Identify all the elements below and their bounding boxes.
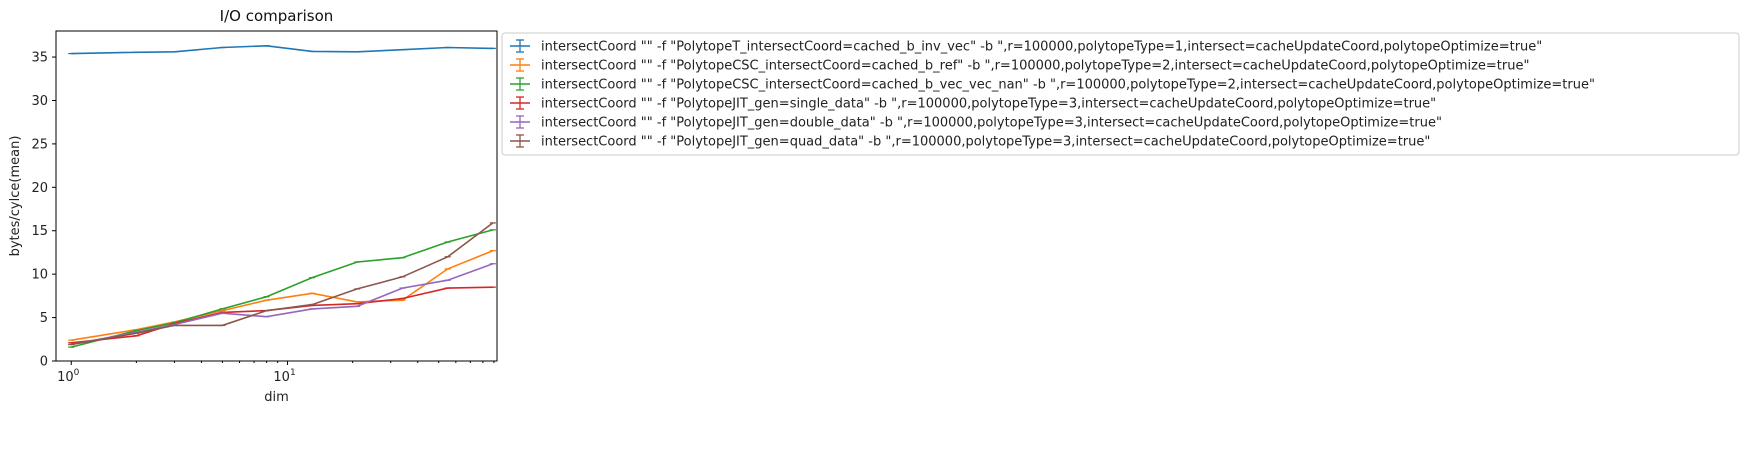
legend-label: intersectCoord "" -f "PolytopeT_intersec… — [541, 40, 1542, 55]
x-axis: 100 101 — [57, 361, 495, 385]
series-1 — [68, 44, 496, 55]
legend: intersectCoord "" -f "PolytopeT_intersec… — [501, 32, 1740, 156]
y-tick-label: 10 — [31, 268, 48, 283]
x-tick-base: 10 — [273, 370, 290, 385]
series-5 — [68, 262, 496, 346]
x-tick-label: 101 — [273, 368, 295, 385]
legend-label: intersectCoord "" -f "PolytopeJIT_gen=qu… — [541, 135, 1430, 150]
series-line — [71, 286, 493, 344]
y-tick-label: 0 — [40, 355, 48, 370]
y-tick-label: 5 — [40, 311, 48, 326]
x-axis-title: dim — [264, 390, 289, 405]
chart-title: I/O comparison — [220, 7, 334, 25]
y-tick-label: 20 — [31, 181, 48, 196]
legend-label: intersectCoord "" -f "PolytopeJIT_gen=si… — [541, 97, 1436, 112]
x-tick-exponent: 0 — [74, 368, 80, 378]
y-tick-label: 35 — [31, 51, 48, 66]
legend-label: intersectCoord "" -f "PolytopeCSC_inters… — [541, 59, 1529, 74]
y-tick-label: 25 — [31, 137, 48, 152]
io-comparison-chart: I/O comparison 100 101 05101520253035 dim… — [8, 7, 1740, 405]
x-tick-base: 10 — [57, 370, 74, 385]
y-axis-title: bytes/cylce(mean) — [8, 136, 23, 257]
legend-item-5: intersectCoord "" -f "PolytopeJIT_gen=do… — [510, 115, 1442, 131]
y-tick-label: 15 — [31, 224, 48, 239]
x-tick-exponent: 1 — [290, 368, 296, 378]
legend-item-2: intersectCoord "" -f "PolytopeCSC_inters… — [510, 58, 1529, 74]
legend-item-4: intersectCoord "" -f "PolytopeJIT_gen=si… — [510, 96, 1436, 112]
legend-label: intersectCoord "" -f "PolytopeCSC_inters… — [541, 78, 1595, 93]
y-axis: 0 5 10 15 20 25 30 35 — [31, 51, 56, 370]
series-3 — [68, 229, 496, 348]
legend-item-3: intersectCoord "" -f "PolytopeCSC_inters… — [510, 77, 1595, 93]
axes-frame — [55, 30, 498, 362]
legend-label: intersectCoord "" -f "PolytopeJIT_gen=do… — [541, 116, 1442, 131]
legend-item-1: intersectCoord "" -f "PolytopeT_intersec… — [510, 39, 1542, 55]
legend-item-6: intersectCoord "" -f "PolytopeJIT_gen=qu… — [510, 134, 1430, 150]
plot-area — [68, 44, 496, 348]
y-tick-label: 30 — [31, 94, 48, 109]
x-tick-label: 100 — [57, 368, 80, 385]
